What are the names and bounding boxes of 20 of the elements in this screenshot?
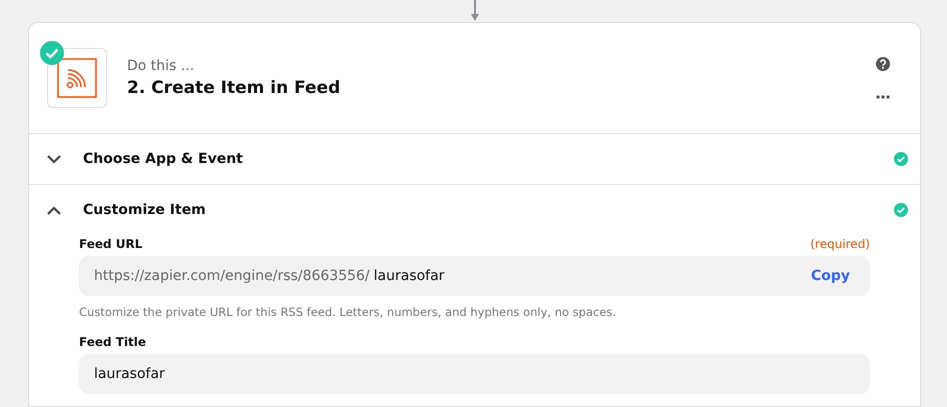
url-prefix: https://zapier.com/engine/rss/8663556/ <box>94 268 370 284</box>
field-label: Feed Title <box>79 335 146 349</box>
input-field[interactable]: https://zapier.com/engine/rss/8663556/ laurasofar Copy <box>79 256 870 296</box>
field-label: Feed URL <box>79 237 142 251</box>
field-value: laurasofar <box>94 366 166 382</box>
input-field[interactable]: laurasofar <box>79 354 870 394</box>
step-prefix: Do this ... <box>127 58 196 74</box>
step-title: 2. Create Item in Feed <box>127 78 342 98</box>
section-header[interactable]: Choose App & Event <box>29 134 920 184</box>
rss-icon <box>57 58 97 98</box>
more-icon[interactable] <box>876 95 890 99</box>
connector-arrow <box>470 0 480 22</box>
help-icon[interactable] <box>876 57 890 71</box>
field-hint: Customize the private URL for this RSS feed. Letters, numbers, and hyphens only, no spaces. <box>79 305 618 319</box>
copy-button[interactable]: Copy <box>810 268 850 284</box>
chevron-down-icon <box>47 154 61 164</box>
section-header[interactable]: Customize Item <box>29 185 920 235</box>
required-note: (required) <box>810 237 870 251</box>
field-value: laurasofar <box>374 268 446 284</box>
chevron-up-icon <box>47 206 61 214</box>
